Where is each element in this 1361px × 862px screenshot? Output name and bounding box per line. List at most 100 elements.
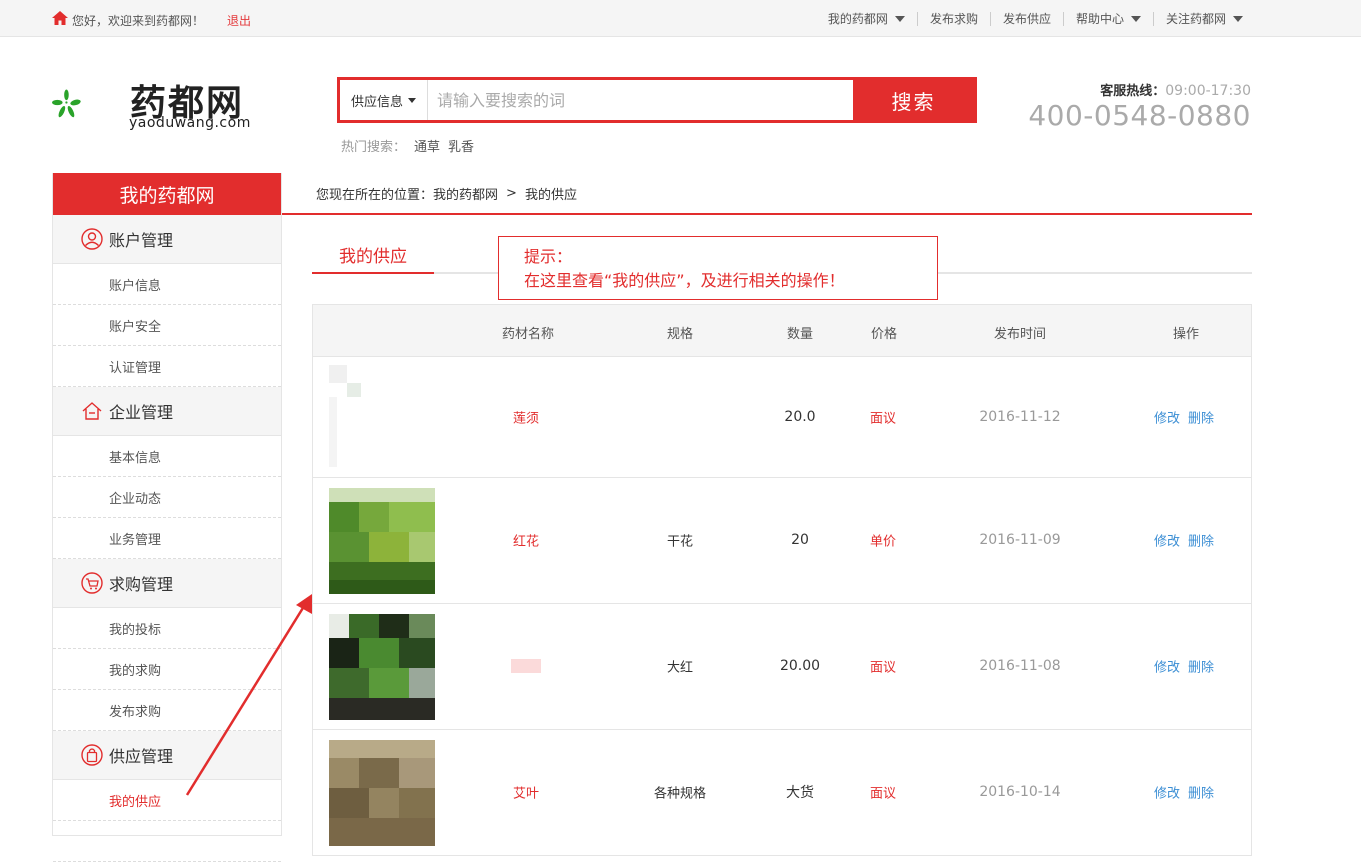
- sidebar-item-my-supply[interactable]: 我的供应: [53, 780, 281, 821]
- cell-qty: 20.0: [784, 409, 816, 425]
- top-nav-label: 我的药都网: [827, 12, 888, 26]
- cell-name[interactable]: 艾叶: [513, 783, 539, 802]
- top-nav-post-supply[interactable]: 发布供应: [989, 12, 1063, 26]
- search-bar: 供应信息 搜索: [337, 77, 977, 123]
- breadcrumb-prefix: 您现在所在的位置：: [316, 187, 434, 203]
- delete-link[interactable]: 删除: [1188, 531, 1214, 550]
- cell-date: 2016-11-08: [979, 658, 1061, 674]
- hot-search: 热门搜索： 通草 乳香: [341, 136, 474, 155]
- product-thumbnail[interactable]: [329, 740, 435, 846]
- sidebar-item-more[interactable]: [53, 821, 281, 862]
- column-header: 药材名称: [501, 327, 555, 342]
- product-thumbnail[interactable]: [329, 488, 435, 594]
- delete-link[interactable]: 删除: [1188, 408, 1214, 427]
- product-thumbnail[interactable]: [329, 365, 435, 471]
- cell-qty: 大货: [786, 785, 814, 801]
- search-category-label: 供应信息: [350, 94, 403, 110]
- user-icon: [81, 228, 103, 250]
- top-nav-label: 发布求购: [929, 12, 978, 26]
- sidebar-group-account[interactable]: 账户管理: [53, 215, 281, 264]
- tip-title: 提示：: [524, 247, 573, 266]
- edit-link[interactable]: 修改: [1154, 783, 1180, 802]
- row-actions: 修改 删除: [1154, 531, 1214, 550]
- top-nav-my-account[interactable]: 我的药都网: [816, 12, 917, 26]
- blurred-name: [511, 659, 541, 673]
- welcome-text: 您好，欢迎来到药都网！: [72, 14, 205, 28]
- logo-domain: yaoduwang.com: [129, 115, 251, 131]
- cell-qty: 20.00: [779, 658, 821, 674]
- cell-name[interactable]: [511, 659, 541, 673]
- cell-spec: 干花: [666, 534, 694, 550]
- hot-keyword[interactable]: 乳香: [448, 136, 474, 155]
- sidebar-group-label: 供应管理: [109, 747, 174, 766]
- top-nav-follow[interactable]: 关注药都网: [1152, 12, 1255, 26]
- sidebar-item-my-bids[interactable]: 我的投标: [53, 608, 281, 649]
- logo-icon[interactable]: [52, 66, 128, 142]
- top-nav-label: 关注药都网: [1165, 12, 1226, 26]
- cell-date: 2016-11-12: [979, 409, 1061, 425]
- logout-link[interactable]: 退出: [227, 12, 251, 29]
- sidebar-item-verification[interactable]: 认证管理: [53, 346, 281, 387]
- tip-text: 在这里查看“我的供应”，及进行相关的操作！: [524, 271, 845, 290]
- table-row: 艾叶 各种规格 大货 面议 2016-10-14 修改 删除: [313, 730, 1251, 856]
- hotline-hours: 09:00-17:30: [1165, 83, 1251, 99]
- sidebar-group-company[interactable]: 企业管理: [53, 387, 281, 436]
- sidebar-group-label: 求购管理: [109, 575, 174, 594]
- tip-box: 提示： 在这里查看“我的供应”，及进行相关的操作！: [498, 236, 938, 300]
- sidebar-item-post-request[interactable]: 发布求购: [53, 690, 281, 731]
- top-bar: 您好，欢迎来到药都网！ 退出 我的药都网 发布求购 发布供应 帮助中心 关注药都…: [0, 0, 1361, 37]
- column-header: 规格: [666, 327, 694, 342]
- top-nav-label: 发布供应: [1002, 12, 1051, 26]
- product-thumbnail[interactable]: [329, 614, 435, 720]
- top-nav-post-request[interactable]: 发布求购: [916, 12, 990, 26]
- sidebar-group-supply[interactable]: 供应管理: [53, 731, 281, 780]
- cell-spec: 大红: [666, 660, 694, 676]
- sidebar-group-purchase[interactable]: 求购管理: [53, 559, 281, 608]
- sidebar-title[interactable]: 我的药都网: [53, 173, 281, 215]
- hotline-label: 客服热线：: [1100, 84, 1166, 99]
- edit-link[interactable]: 修改: [1154, 657, 1180, 676]
- home-icon[interactable]: [52, 11, 68, 25]
- sidebar-group-label: 企业管理: [109, 403, 174, 422]
- sidebar-item-my-requests[interactable]: 我的求购: [53, 649, 281, 690]
- cell-qty: 20: [791, 532, 809, 548]
- column-header: 价格: [870, 327, 898, 342]
- hot-keyword[interactable]: 通草: [414, 136, 440, 155]
- hot-search-label: 热门搜索：: [341, 140, 407, 155]
- top-nav-help[interactable]: 帮助中心: [1062, 12, 1153, 26]
- row-actions: 修改 删除: [1154, 408, 1214, 427]
- chevron-down-icon: [894, 16, 905, 22]
- cell-name[interactable]: 红花: [513, 531, 539, 550]
- sidebar-item-company-news[interactable]: 企业动态: [53, 477, 281, 518]
- search-button[interactable]: 搜索: [853, 80, 974, 120]
- chevron-down-icon: [408, 97, 416, 103]
- cell-price: 面议: [869, 786, 897, 802]
- column-header: 发布时间: [993, 327, 1047, 342]
- breadcrumb-separator: >: [506, 185, 517, 201]
- column-header: 数量: [786, 327, 814, 342]
- table-row: 莲须 20.0 面议 2016-11-12 修改 删除: [313, 357, 1251, 478]
- sidebar-item-business[interactable]: 业务管理: [53, 518, 281, 559]
- breadcrumb-link[interactable]: 我的药都网: [433, 184, 498, 203]
- chevron-down-icon: [1233, 16, 1243, 22]
- cell-price: 面议: [869, 660, 897, 676]
- sidebar-item-basic-info[interactable]: 基本信息: [53, 436, 281, 477]
- delete-link[interactable]: 删除: [1188, 783, 1214, 802]
- sidebar-item-account-security[interactable]: 账户安全: [53, 305, 281, 346]
- search-category-select[interactable]: 供应信息: [340, 80, 428, 120]
- tab-my-supply[interactable]: 我的供应: [312, 236, 434, 274]
- cell-name[interactable]: 莲须: [513, 408, 539, 427]
- row-actions: 修改 删除: [1154, 783, 1214, 802]
- edit-link[interactable]: 修改: [1154, 531, 1180, 550]
- edit-link[interactable]: 修改: [1154, 408, 1180, 427]
- sidebar-item-account-info[interactable]: 账户信息: [53, 264, 281, 305]
- supply-table: 药材名称 规格 数量 价格 发布时间 操作 莲须 20.0 面议 2016-11…: [312, 304, 1252, 856]
- cell-date: 2016-10-14: [979, 784, 1061, 800]
- table-row: 红花 干花 20 单价 2016-11-09 修改 删除: [313, 478, 1251, 604]
- service-hotline: 客服热线：09:00-17:30 400-0548-0880: [1028, 80, 1251, 132]
- row-actions: 修改 删除: [1154, 657, 1214, 676]
- delete-link[interactable]: 删除: [1188, 657, 1214, 676]
- cell-price: 单价: [869, 534, 897, 550]
- search-input[interactable]: [429, 80, 855, 120]
- breadcrumb-current: 我的供应: [524, 187, 577, 203]
